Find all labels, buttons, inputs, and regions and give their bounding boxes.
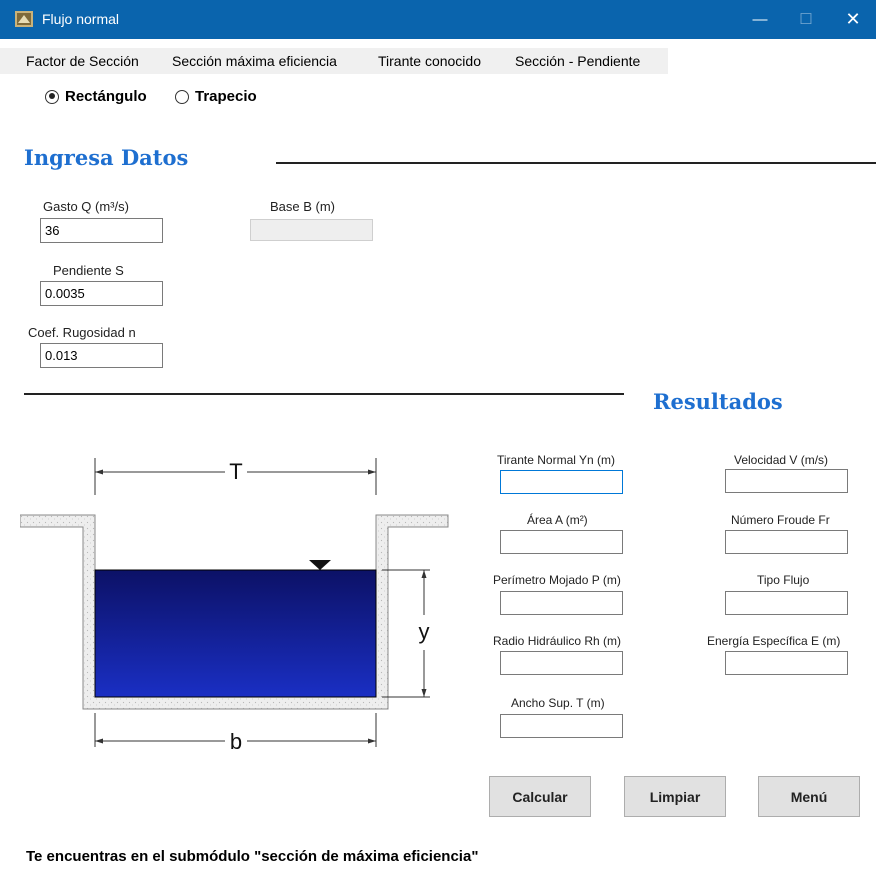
divider-middle [24,393,624,395]
menu-item-seccion-maxima-eficiencia[interactable]: Sección máxima eficiencia [172,53,337,69]
radio-hidraulico-output[interactable] [500,651,623,675]
water-body [94,569,377,698]
ancho-label: Ancho Sup. T (m) [511,696,605,710]
menu-bar: Factor de Sección Sección máxima eficien… [0,48,668,74]
title-bar[interactable]: Flujo normal — ☐ ✕ [0,0,876,39]
water-surface-icon [309,560,331,570]
rugosidad-input[interactable] [40,343,163,368]
menu-item-seccion-pendiente[interactable]: Sección - Pendiente [515,53,640,69]
tirante-output[interactable] [500,470,623,494]
ancho-output[interactable] [500,714,623,738]
radio-trapecio-label: Trapecio [195,88,257,105]
menu-item-tirante-conocido[interactable]: Tirante conocido [378,53,481,69]
tirante-label: Tirante Normal Yn (m) [497,453,616,467]
energia-label: Energía Específica E (m) [707,634,841,648]
status-message: Te encuentras en el submódulo "sección d… [26,848,479,865]
tipo-flujo-output[interactable] [725,591,848,615]
app-window: Flujo normal — ☐ ✕ Factor de Sección Sec… [0,0,876,873]
limpiar-button[interactable]: Limpiar [624,776,726,817]
energia-output[interactable] [725,651,848,675]
tipo-flujo-label: Tipo Flujo [757,573,810,587]
top-width-label: T [229,459,242,484]
base-width-label: b [230,729,242,754]
calcular-button[interactable]: Calcular [489,776,591,817]
pendiente-label: Pendiente S [53,263,124,278]
pendiente-input[interactable] [40,281,163,306]
perimetro-output[interactable] [500,591,623,615]
radio-hidraulico-label: Radio Hidráulico Rh (m) [493,634,622,648]
maximize-button[interactable]: ☐ [783,0,829,39]
close-button[interactable]: ✕ [830,0,876,39]
depth-label: y [419,619,430,644]
rectangular-channel-diagram: T y b [20,458,449,754]
gasto-input[interactable] [40,218,163,243]
window-title: Flujo normal [42,11,120,27]
gasto-label: Gasto Q (m³/s) [43,199,129,214]
radio-trapecio[interactable]: Trapecio [175,88,257,105]
radio-unchecked-icon [175,89,189,104]
velocidad-label: Velocidad V (m/s) [734,453,829,467]
froude-label: Número Froude Fr [731,513,830,527]
divider-top [276,162,876,164]
menu-button[interactable]: Menú [758,776,860,817]
radio-rectangulo[interactable]: Rectángulo [45,88,147,105]
radio-rectangulo-label: Rectángulo [65,88,147,105]
results-section-title: Resultados [653,389,783,414]
base-input [250,219,373,241]
area-label: Área A (m²) [527,513,588,527]
area-output[interactable] [500,530,623,554]
perimetro-label: Perímetro Mojado P (m) [493,573,621,587]
radio-checked-icon [45,89,59,104]
froude-output[interactable] [725,530,848,554]
inputs-section-title: Ingresa Datos [24,145,189,170]
velocidad-output[interactable] [725,469,848,493]
app-icon [15,11,33,27]
menu-item-factor-seccion[interactable]: Factor de Sección [26,53,139,69]
base-label: Base B (m) [270,199,336,214]
rugosidad-label: Coef. Rugosidad n [28,325,136,340]
minimize-button[interactable]: — [737,0,783,39]
